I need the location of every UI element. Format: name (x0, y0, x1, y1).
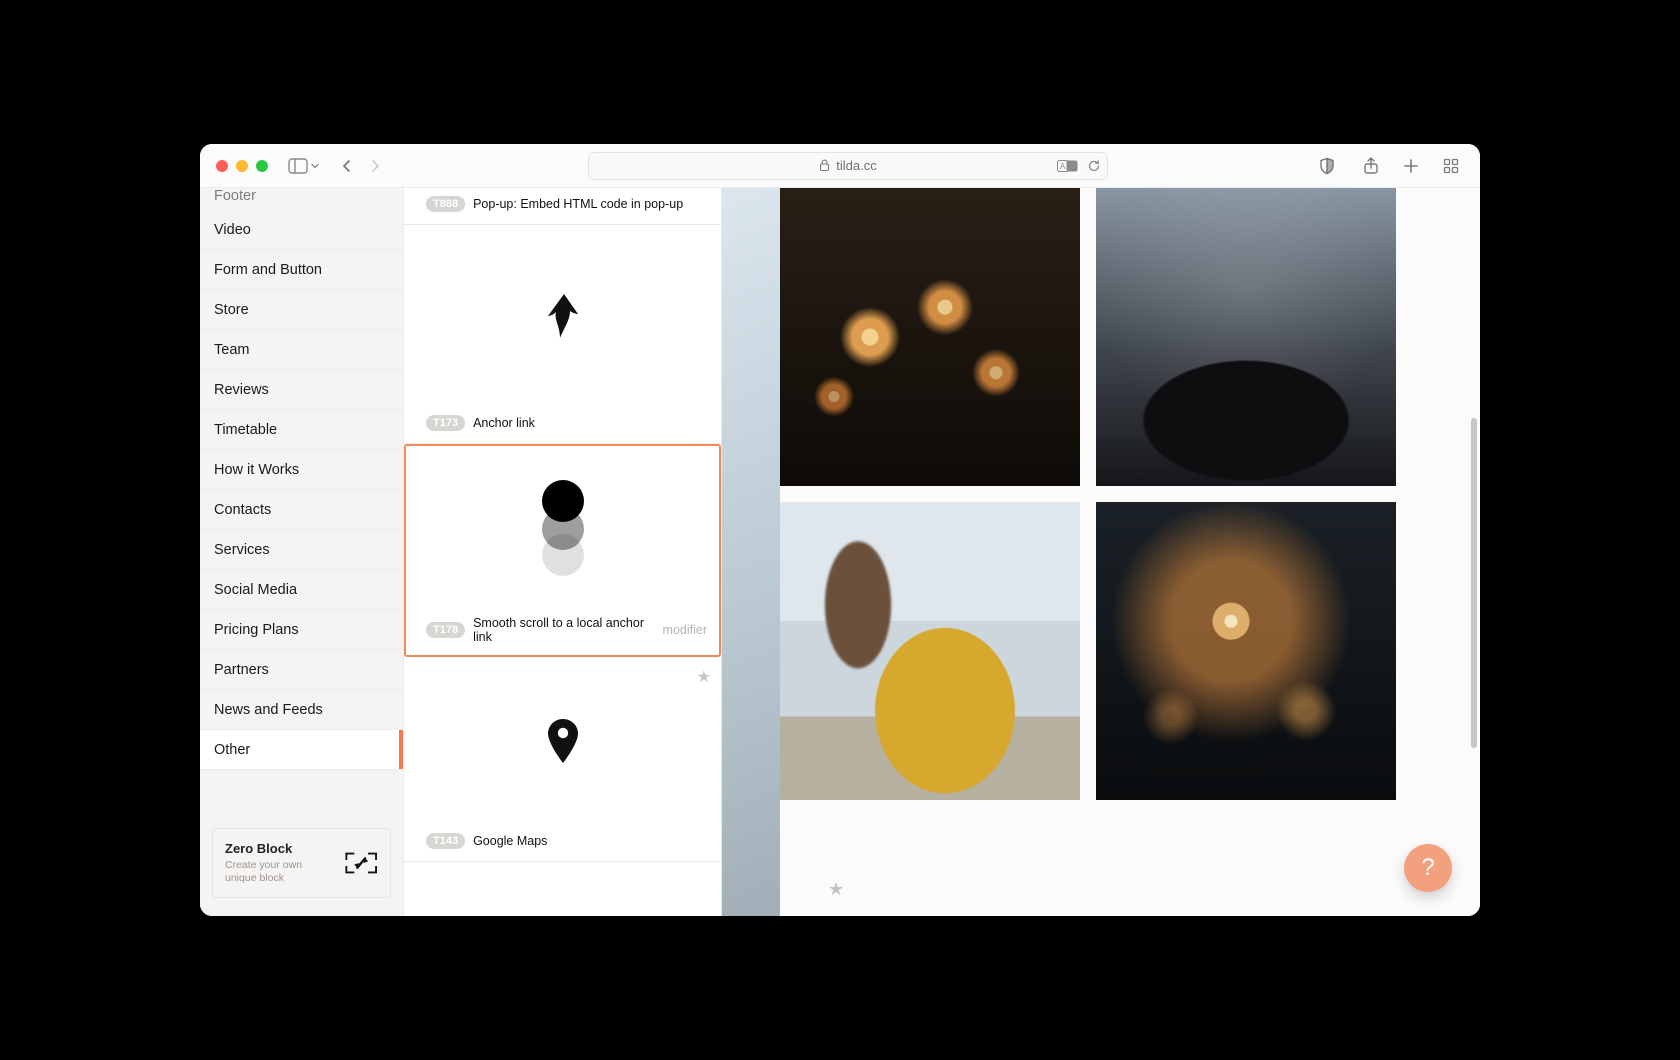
sidebar-item-timetable[interactable]: Timetable (200, 410, 403, 450)
gallery-image[interactable] (780, 188, 1080, 486)
share-button[interactable] (1358, 153, 1384, 179)
block-note: modifier (663, 623, 707, 637)
forward-button[interactable] (362, 153, 388, 179)
sidebar-item-label: Services (214, 542, 270, 558)
block-item-selected[interactable]: T178 Smooth scroll to a local anchor lin… (404, 444, 721, 657)
window-controls (216, 160, 268, 172)
gallery-image[interactable] (780, 502, 1080, 800)
sidebar-item-contacts[interactable]: Contacts (200, 490, 403, 530)
arrow-up-icon (546, 292, 580, 340)
category-sidebar: Footer Video Form and Button Store Team … (200, 188, 404, 916)
sidebar-item-label: Team (214, 342, 249, 358)
minimize-window-button[interactable] (236, 160, 248, 172)
sidebar-item-label: Contacts (214, 502, 271, 518)
titlebar: tilda.cc A (200, 144, 1480, 188)
block-title: Smooth scroll to a local anchor link (473, 616, 654, 644)
sidebar-icon (288, 158, 308, 174)
block-item[interactable]: T868 Pop-up: Embed HTML code in pop-up (404, 188, 721, 225)
scroll-dots-icon (531, 471, 595, 581)
sidebar-item-pricing-plans[interactable]: Pricing Plans (200, 610, 403, 650)
help-label: ? (1421, 854, 1434, 882)
scrollbar-thumb[interactable] (1471, 418, 1477, 748)
back-button[interactable] (334, 153, 360, 179)
sidebar-item-label: Pricing Plans (214, 622, 299, 638)
translate-icon[interactable]: A (1057, 159, 1079, 173)
sidebar-item-label: Form and Button (214, 262, 322, 278)
sidebar-item-form-and-button[interactable]: Form and Button (200, 250, 403, 290)
preview-left-image-strip (722, 188, 780, 916)
sidebar-item-social-media[interactable]: Social Media (200, 570, 403, 610)
browser-window: tilda.cc A (200, 144, 1480, 916)
zero-block-card[interactable]: Zero Block Create your own unique block (212, 828, 391, 898)
block-code: T868 (426, 196, 465, 212)
sidebar-item-label: Social Media (214, 582, 297, 598)
sidebar-item-label: News and Feeds (214, 702, 323, 718)
chevron-down-icon (310, 161, 320, 171)
sidebar-item-label: Reviews (214, 382, 269, 398)
shield-icon (1319, 157, 1335, 175)
sidebar-item-label: Other (214, 742, 250, 758)
sidebar-item-label: Timetable (214, 422, 277, 438)
address-host: tilda.cc (836, 158, 876, 173)
privacy-report-button[interactable] (1314, 153, 1340, 179)
gallery-image[interactable] (1096, 502, 1396, 800)
address-bar[interactable]: tilda.cc A (588, 152, 1108, 180)
block-title: Anchor link (473, 416, 535, 430)
sidebar-item-partners[interactable]: Partners (200, 650, 403, 690)
category-list: Footer Video Form and Button Store Team … (200, 188, 403, 812)
zero-block-title: Zero Block (225, 841, 334, 856)
sidebar-item-label: How it Works (214, 462, 299, 478)
nav-buttons (334, 153, 388, 179)
chevron-left-icon (340, 159, 354, 173)
sidebar-item-team[interactable]: Team (200, 330, 403, 370)
sidebar-item-label: Footer (214, 188, 256, 204)
block-item[interactable]: ★ T143 Google Maps (404, 657, 721, 862)
zoom-window-button[interactable] (256, 160, 268, 172)
close-window-button[interactable] (216, 160, 228, 172)
toolbar-right (1358, 153, 1464, 179)
sidebar-item-services[interactable]: Services (200, 530, 403, 570)
sidebar-item-other[interactable]: Other (200, 730, 403, 770)
sidebar-item-label: Partners (214, 662, 269, 678)
address-bar-wrap: tilda.cc A (396, 152, 1300, 180)
block-list[interactable]: T868 Pop-up: Embed HTML code in pop-up T… (404, 188, 722, 916)
block-item[interactable]: T173 Anchor link (404, 225, 721, 444)
sidebar-toggle[interactable] (288, 158, 320, 174)
sidebar-item-footer[interactable]: Footer (200, 188, 403, 210)
block-title: Google Maps (473, 834, 547, 848)
zero-block-icon (344, 848, 378, 878)
plus-icon (1403, 158, 1419, 174)
share-icon (1363, 157, 1379, 175)
tab-overview-button[interactable] (1438, 153, 1464, 179)
block-code: T143 (426, 833, 465, 849)
sidebar-item-video[interactable]: Video (200, 210, 403, 250)
favorite-star-icon[interactable]: ★ (828, 879, 844, 900)
new-tab-button[interactable] (1398, 153, 1424, 179)
sidebar-item-reviews[interactable]: Reviews (200, 370, 403, 410)
sidebar-item-news-and-feeds[interactable]: News and Feeds (200, 690, 403, 730)
lock-icon (819, 159, 830, 172)
address-right-controls: A (1057, 153, 1101, 179)
map-pin-icon (548, 719, 578, 763)
chevron-right-icon (368, 159, 382, 173)
block-code: T178 (426, 622, 465, 638)
grid-icon (1443, 158, 1459, 174)
sidebar-item-label: Video (214, 222, 251, 238)
preview-pane: ★ (722, 188, 1480, 916)
sidebar-item-label: Store (214, 302, 249, 318)
block-code: T173 (426, 415, 465, 431)
sidebar-item-store[interactable]: Store (200, 290, 403, 330)
app-body: Footer Video Form and Button Store Team … (200, 188, 1480, 916)
sidebar-item-how-it-works[interactable]: How it Works (200, 450, 403, 490)
star-icon[interactable]: ★ (697, 667, 711, 687)
svg-text:A: A (1060, 162, 1066, 171)
gallery-grid (780, 188, 1396, 800)
reload-icon[interactable] (1087, 159, 1101, 173)
zero-block-subtitle: Create your own unique block (225, 859, 334, 885)
block-title: Pop-up: Embed HTML code in pop-up (473, 197, 683, 211)
gallery-image[interactable] (1096, 188, 1396, 486)
help-button[interactable]: ? (1404, 844, 1452, 892)
